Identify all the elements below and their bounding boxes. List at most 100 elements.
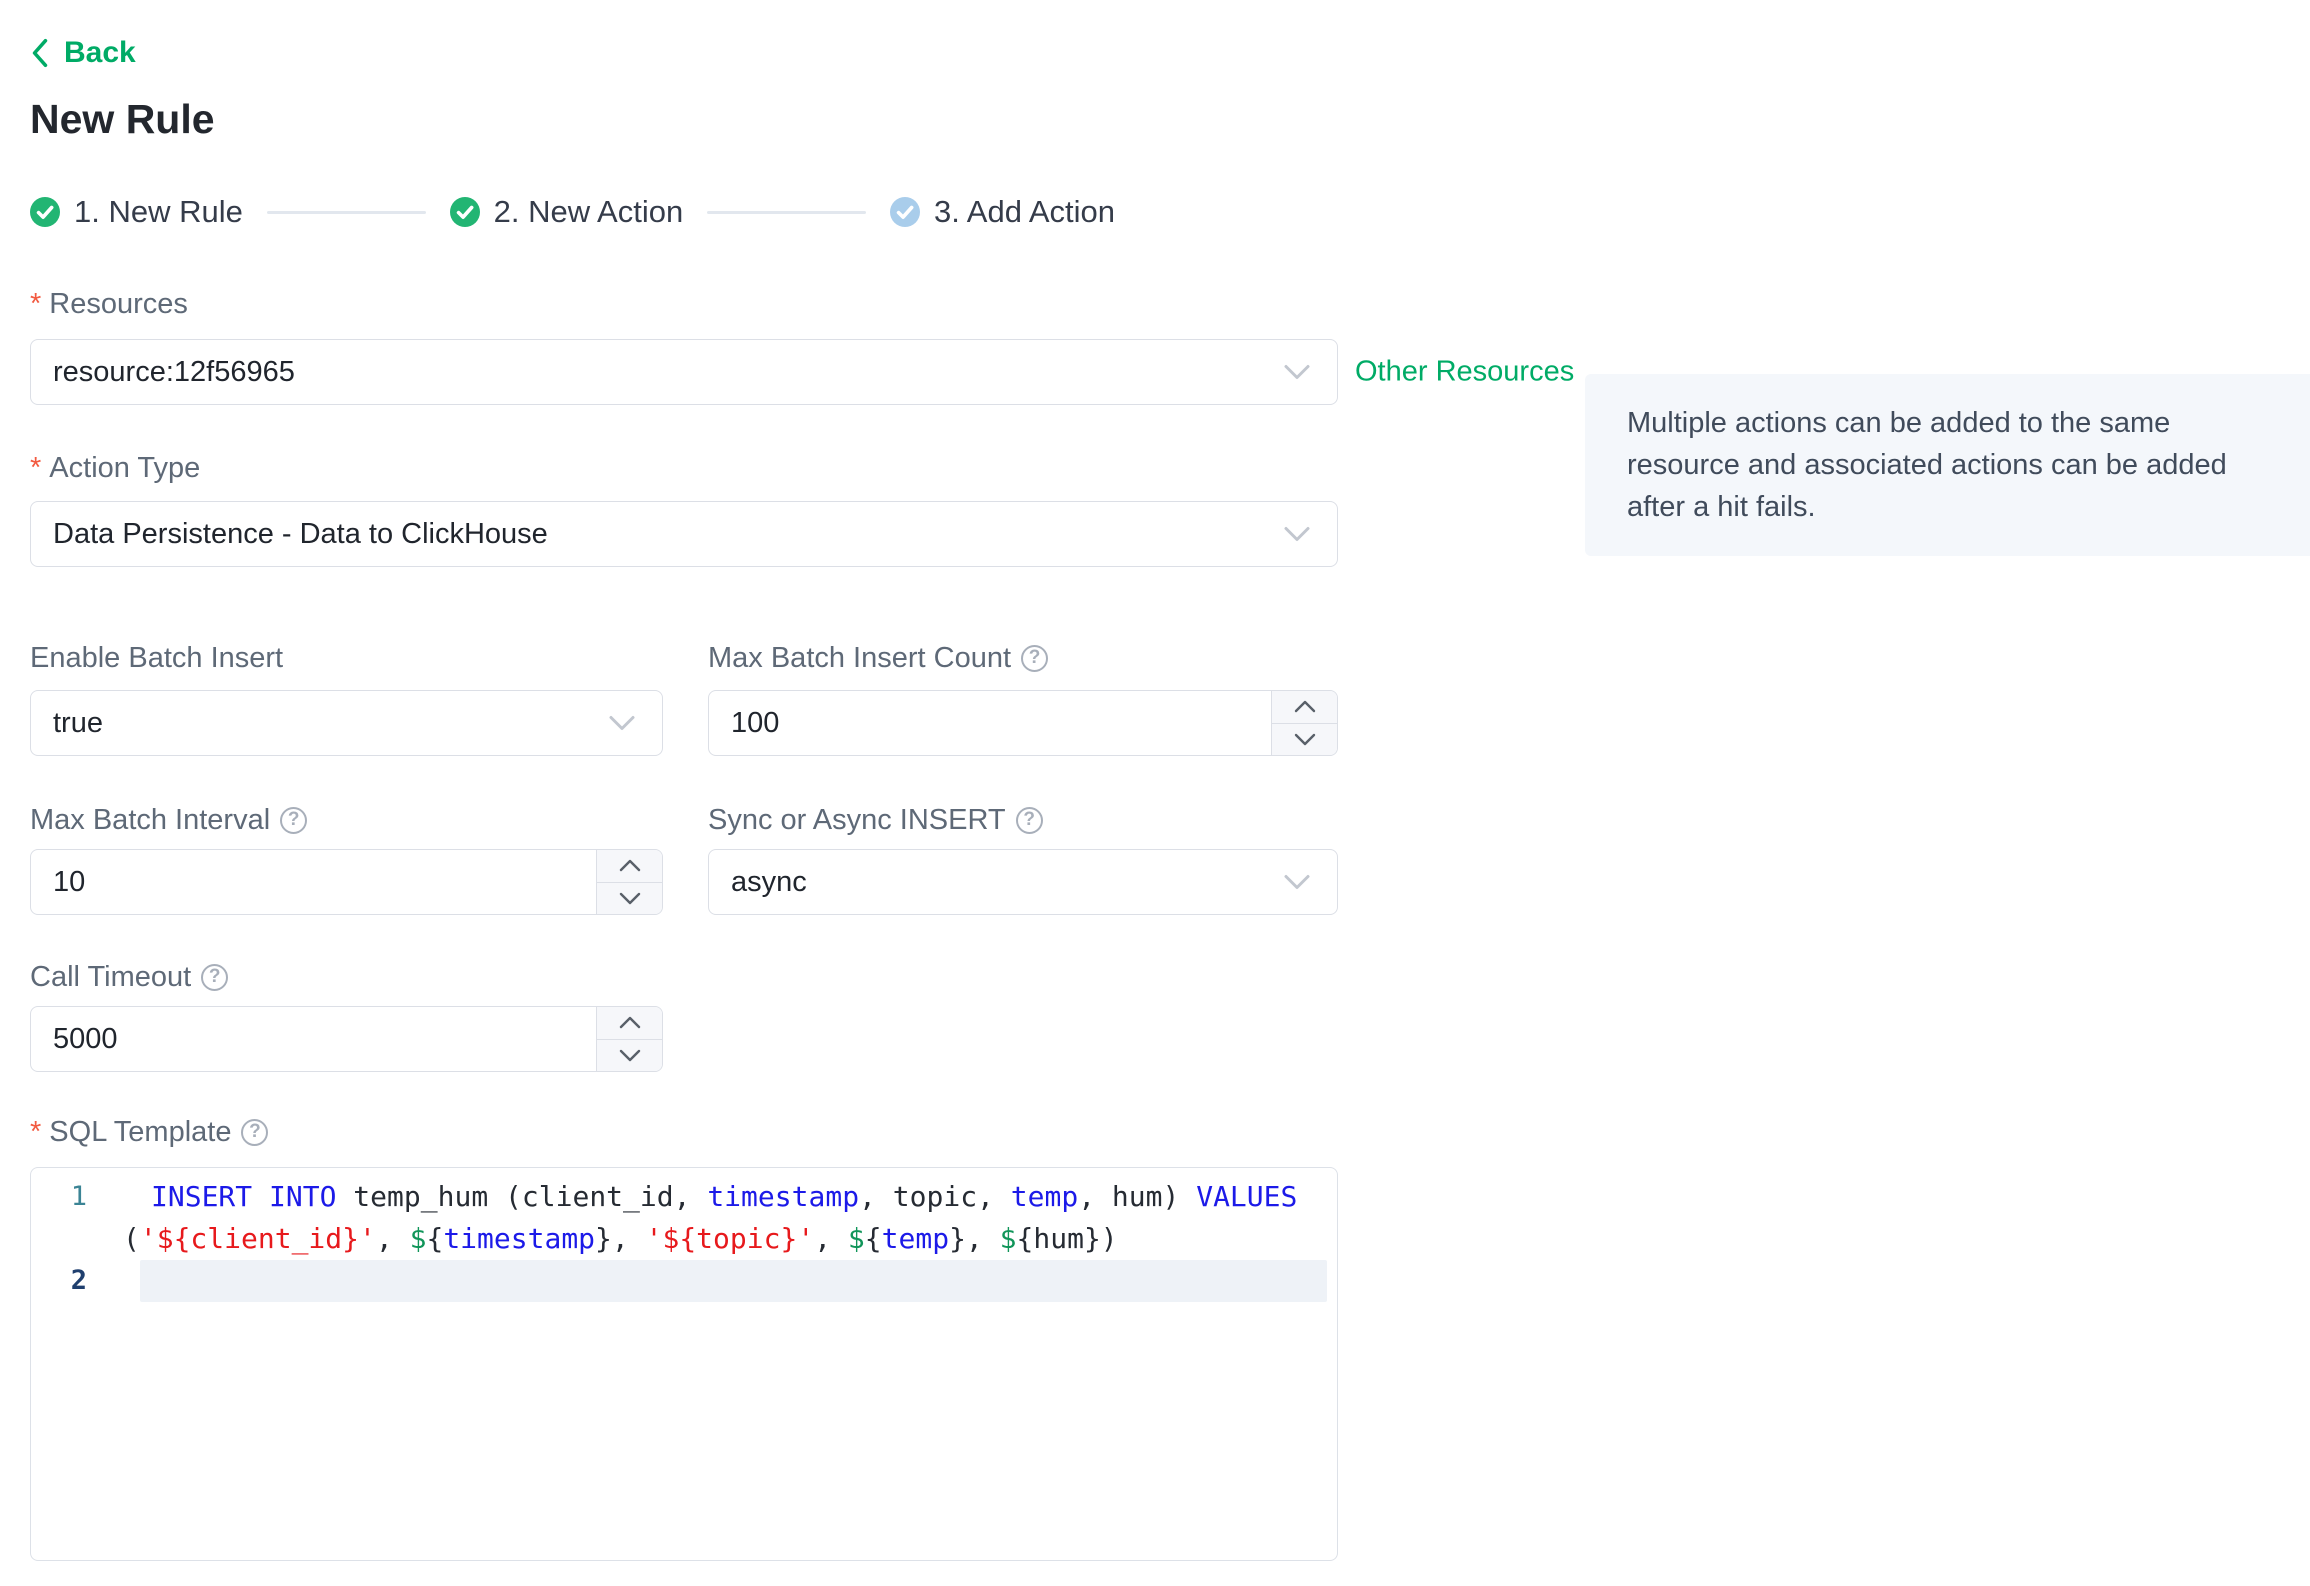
sql-token: , topic,: [859, 1180, 1011, 1213]
other-resources-link[interactable]: Other Resources: [1355, 356, 1574, 389]
back-link[interactable]: Back: [30, 36, 136, 70]
sync-or-async-insert-label: Sync or Async INSERT ?: [708, 803, 1338, 837]
sql-token: {: [1016, 1222, 1034, 1255]
call-timeout-label-text: Call Timeout: [30, 961, 192, 993]
help-icon[interactable]: ?: [201, 963, 229, 991]
sql-token: temp: [881, 1222, 950, 1255]
enable-batch-insert-label: Enable Batch Insert: [30, 641, 663, 675]
required-mark: *: [30, 1116, 42, 1148]
number-spinner: [596, 850, 662, 914]
check-circle-icon: [449, 197, 480, 227]
sql-template-label: * SQL Template ?: [30, 1115, 1338, 1149]
action-type-label: * Action Type: [30, 451, 1338, 485]
sync-or-async-insert-label-text: Sync or Async INSERT: [708, 804, 1006, 836]
code-line-content: ('${client_id}', ${timestamp}, '${topic}…: [123, 1218, 1327, 1260]
step-3-add-action: 3. Add Action: [890, 194, 1115, 230]
action-type-select[interactable]: Data Persistence - Data to ClickHouse: [30, 501, 1338, 567]
help-icon[interactable]: ?: [1021, 644, 1049, 672]
code-line: 1 INSERT INTO temp_hum (client_id, times…: [31, 1176, 1337, 1218]
step-label: 2. New Action: [493, 194, 684, 229]
sql-token: '${topic}': [645, 1222, 815, 1255]
number-spinner: [1271, 691, 1337, 755]
help-icon[interactable]: ?: [280, 806, 308, 834]
sql-token: INTO: [269, 1180, 337, 1213]
sql-template-label-text: SQL Template: [49, 1116, 232, 1148]
chevron-down-icon: [1283, 866, 1311, 899]
increase-button[interactable]: [1272, 691, 1337, 724]
max-batch-insert-count-label-text: Max Batch Insert Count: [708, 642, 1012, 674]
stepper: 1. New Rule 2. New Action 3. Add Action: [30, 194, 1115, 230]
sql-template-editor[interactable]: 1 INSERT INTO temp_hum (client_id, times…: [30, 1167, 1338, 1561]
action-type-label-text: Action Type: [49, 452, 201, 484]
info-box-text: Multiple actions can be added to the sam…: [1627, 407, 2227, 523]
enable-batch-insert-select[interactable]: true: [30, 690, 663, 756]
action-type-select-value: Data Persistence - Data to ClickHouse: [53, 517, 548, 550]
help-icon[interactable]: ?: [1015, 806, 1043, 834]
sql-token: $: [847, 1222, 865, 1255]
chevron-down-icon: [608, 707, 636, 740]
line-number: 2: [70, 1265, 87, 1296]
resources-select[interactable]: resource:12f56965: [30, 339, 1338, 405]
decrease-button[interactable]: [1272, 723, 1337, 755]
enable-batch-insert-select-value: true: [53, 706, 103, 739]
rule-form: * Resources resource:12f56965 Other Reso…: [30, 287, 1574, 1561]
resources-label: * Resources: [30, 287, 1338, 321]
back-label: Back: [64, 36, 136, 69]
line-number: [31, 1218, 123, 1260]
decrease-button[interactable]: [597, 882, 662, 914]
chevron-down-icon: [1283, 518, 1311, 551]
sql-token: , hum): [1078, 1180, 1197, 1213]
new-rule-page: Back New Rule 1. New Rule 2. New Action …: [0, 0, 2310, 1586]
increase-button[interactable]: [597, 850, 662, 883]
sql-token: timestamp: [707, 1180, 860, 1213]
sql-token: }: [1083, 1222, 1101, 1255]
sql-token: {: [864, 1222, 882, 1255]
code-line-content: INSERT INTO temp_hum (client_id, timesta…: [123, 1176, 1327, 1218]
sql-token: temp: [1010, 1180, 1079, 1213]
page-title: New Rule: [30, 96, 215, 142]
chevron-down-icon: [1283, 356, 1311, 389]
sql-token: temp_hum (client_id,: [336, 1180, 708, 1213]
enable-batch-insert-label-text: Enable Batch Insert: [30, 642, 284, 674]
sql-token: ,: [814, 1222, 848, 1255]
step-connector: [707, 210, 867, 214]
step-label: 3. Add Action: [934, 194, 1116, 229]
sql-token: $: [409, 1222, 427, 1255]
call-timeout-label: Call Timeout ?: [30, 960, 1338, 994]
sync-or-async-insert-select-value: async: [731, 865, 807, 898]
sql-token: ): [1100, 1222, 1118, 1255]
max-batch-interval-value: 10: [53, 865, 86, 898]
code-line-active: 2: [31, 1260, 1337, 1302]
number-spinner: [596, 1007, 662, 1071]
sql-token: INSERT: [151, 1180, 253, 1213]
resources-select-value: resource:12f56965: [53, 355, 295, 388]
max-batch-insert-count-input[interactable]: 100: [708, 690, 1338, 756]
sql-token: $: [999, 1222, 1017, 1255]
sql-token: hum: [1033, 1222, 1084, 1255]
sql-token: {: [426, 1222, 444, 1255]
sql-token: ,: [375, 1222, 410, 1255]
max-batch-interval-label: Max Batch Interval ?: [30, 803, 663, 837]
decrease-button[interactable]: [597, 1039, 662, 1071]
sql-token: }: [595, 1222, 612, 1255]
sync-or-async-insert-select[interactable]: async: [708, 849, 1338, 915]
max-batch-insert-count-value: 100: [731, 706, 780, 739]
sql-token: ,: [611, 1222, 646, 1255]
max-batch-interval-input[interactable]: 10: [30, 849, 663, 915]
line-number: 1: [70, 1181, 87, 1212]
step-connector: [266, 210, 426, 214]
sql-token: timestamp: [443, 1222, 596, 1255]
increase-button[interactable]: [597, 1007, 662, 1040]
call-timeout-input[interactable]: 5000: [30, 1006, 663, 1072]
step-2-new-action: 2. New Action: [449, 194, 684, 230]
sql-token: VALUES: [1196, 1180, 1298, 1213]
check-circle-icon: [890, 197, 921, 227]
code-line: ('${client_id}', ${timestamp}, '${topic}…: [31, 1218, 1337, 1260]
step-label: 1. New Rule: [74, 194, 243, 229]
sql-token: '${client_id}': [139, 1222, 376, 1255]
check-circle-icon: [30, 197, 60, 227]
help-icon[interactable]: ?: [241, 1118, 269, 1146]
sql-token: }: [949, 1222, 966, 1255]
code-line-content: [140, 1260, 1327, 1302]
